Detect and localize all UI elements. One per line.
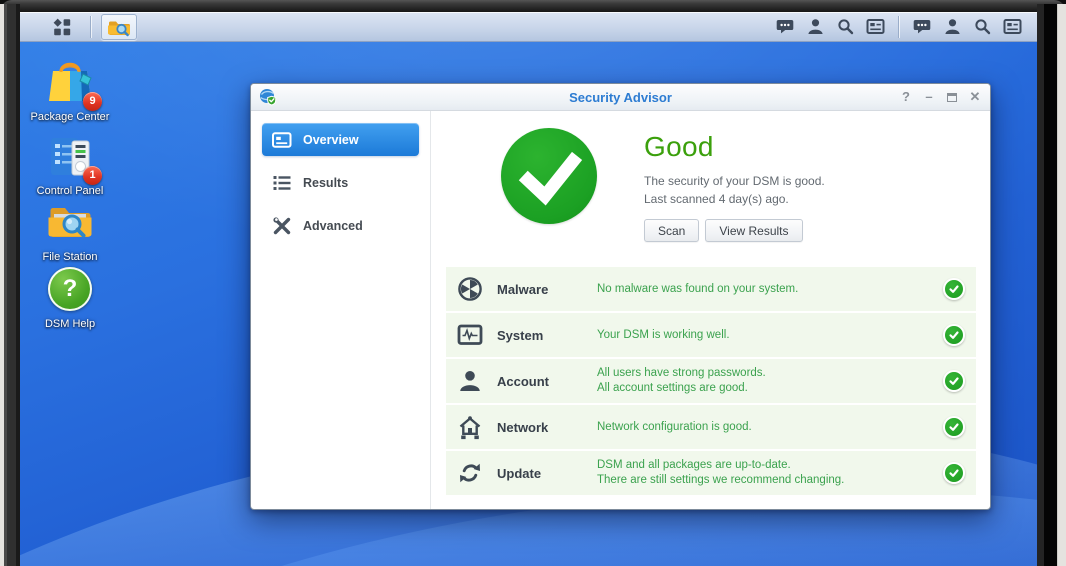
category-list: Malware No malware was found on your sys… <box>446 267 976 497</box>
sidebar-item-overview[interactable]: Overview <box>262 123 419 156</box>
taskbar-separator <box>898 16 899 38</box>
view-results-button[interactable]: View Results <box>705 219 802 242</box>
row-network[interactable]: Network Network configuration is good. <box>446 405 976 449</box>
row-status: Your DSM is working well. <box>597 328 943 343</box>
desktop-icon-label: File Station <box>30 251 110 264</box>
widgets-button[interactable] <box>860 14 890 40</box>
row-label: Update <box>497 466 597 481</box>
results-list-icon <box>271 174 293 192</box>
control-panel-icon: 1 <box>46 134 94 182</box>
taskbar-separator <box>90 16 91 38</box>
check-badge-icon <box>943 462 965 484</box>
desktop-icon-label: Control Panel <box>30 185 110 198</box>
desktop-icon-control-panel[interactable]: 1 Control Panel <box>30 134 110 198</box>
check-badge-icon <box>943 278 965 300</box>
row-label: Account <box>497 374 597 389</box>
desktop-icon-file-station[interactable]: File Station <box>30 200 110 264</box>
scan-button[interactable]: Scan <box>644 219 699 242</box>
row-label: Network <box>497 420 597 435</box>
sidebar-item-label: Results <box>303 176 348 190</box>
network-home-icon <box>456 415 484 440</box>
tools-icon <box>271 216 293 236</box>
sidebar: Overview Results Advanced <box>251 111 431 509</box>
monitor-frame: 9 Package Center 1 Control Pane <box>0 0 1066 566</box>
close-button[interactable]: ✕ <box>968 90 982 104</box>
widgets-button[interactable] <box>997 14 1027 40</box>
row-status: Network configuration is good. <box>597 420 943 435</box>
status-line2: Last scanned 4 day(s) ago. <box>644 190 825 208</box>
monitor-bezel-top <box>0 0 1066 12</box>
window-controls: ? – ✕ <box>899 90 982 104</box>
user-button[interactable] <box>937 14 967 40</box>
desktop-icon-dsm-help[interactable]: ? DSM Help <box>30 265 110 331</box>
maximize-button[interactable] <box>945 90 959 104</box>
desktop: 9 Package Center 1 Control Pane <box>20 12 1037 566</box>
maximize-icon <box>947 93 957 102</box>
folder-search-icon <box>107 17 131 37</box>
main-menu-icon <box>53 18 71 36</box>
desktop-icon-label: Package Center <box>30 111 110 124</box>
main-menu-button[interactable] <box>44 14 80 40</box>
search-button[interactable] <box>967 14 997 40</box>
file-station-icon <box>46 200 94 248</box>
row-account[interactable]: Account All users have strong passwords.… <box>446 359 976 403</box>
overview-panel: Good The security of your DSM is good. L… <box>431 111 990 509</box>
row-malware[interactable]: Malware No malware was found on your sys… <box>446 267 976 311</box>
account-user-icon <box>456 369 484 393</box>
row-status: DSM and all packages are up-to-date.Ther… <box>597 458 943 488</box>
search-button[interactable] <box>830 14 860 40</box>
update-refresh-icon <box>456 461 484 485</box>
security-summary: Good The security of your DSM is good. L… <box>431 111 990 267</box>
package-center-icon: 9 <box>46 60 94 108</box>
check-badge-icon <box>943 324 965 346</box>
sidebar-item-results[interactable]: Results <box>262 166 419 199</box>
row-label: System <box>497 328 597 343</box>
desktop-icon-label: DSM Help <box>30 318 110 331</box>
malware-icon <box>456 276 484 302</box>
check-badge-icon <box>943 416 965 438</box>
row-status: No malware was found on your system. <box>597 282 943 297</box>
row-label: Malware <box>497 282 597 297</box>
taskbar-right-icons <box>770 14 1027 40</box>
window-titlebar[interactable]: Security Advisor ? – ✕ <box>251 84 990 111</box>
question-glyph: ? <box>63 275 78 303</box>
status-line1: The security of your DSM is good. <box>644 172 825 190</box>
overview-icon <box>271 132 293 148</box>
system-monitor-icon <box>456 324 484 346</box>
row-system[interactable]: System Your DSM is working well. <box>446 313 976 357</box>
row-status: All users have strong passwords.All acco… <box>597 366 943 396</box>
status-heading: Good <box>644 131 825 163</box>
sidebar-item-advanced[interactable]: Advanced <box>262 209 419 242</box>
window-title: Security Advisor <box>251 90 990 105</box>
row-update[interactable]: Update DSM and all packages are up-to-da… <box>446 451 976 495</box>
sidebar-item-label: Advanced <box>303 219 363 233</box>
chat-button[interactable] <box>907 14 937 40</box>
monitor-bezel-left <box>0 4 20 566</box>
status-good-icon <box>501 128 597 224</box>
dsm-help-icon: ? <box>46 267 94 315</box>
taskbar <box>20 12 1037 42</box>
notification-badge: 9 <box>83 92 102 111</box>
security-advisor-window: Security Advisor ? – ✕ Overview <box>250 83 991 510</box>
chat-button[interactable] <box>770 14 800 40</box>
minimize-button[interactable]: – <box>922 90 936 104</box>
security-advisor-app-icon <box>259 88 277 106</box>
desktop-icon-package-center[interactable]: 9 Package Center <box>30 60 110 124</box>
user-button[interactable] <box>800 14 830 40</box>
help-button[interactable]: ? <box>899 90 913 104</box>
check-badge-icon <box>943 370 965 392</box>
file-browser-button[interactable] <box>101 14 137 40</box>
notification-badge: 1 <box>83 166 102 185</box>
monitor-bezel-right <box>1037 4 1066 566</box>
sidebar-item-label: Overview <box>303 133 359 147</box>
